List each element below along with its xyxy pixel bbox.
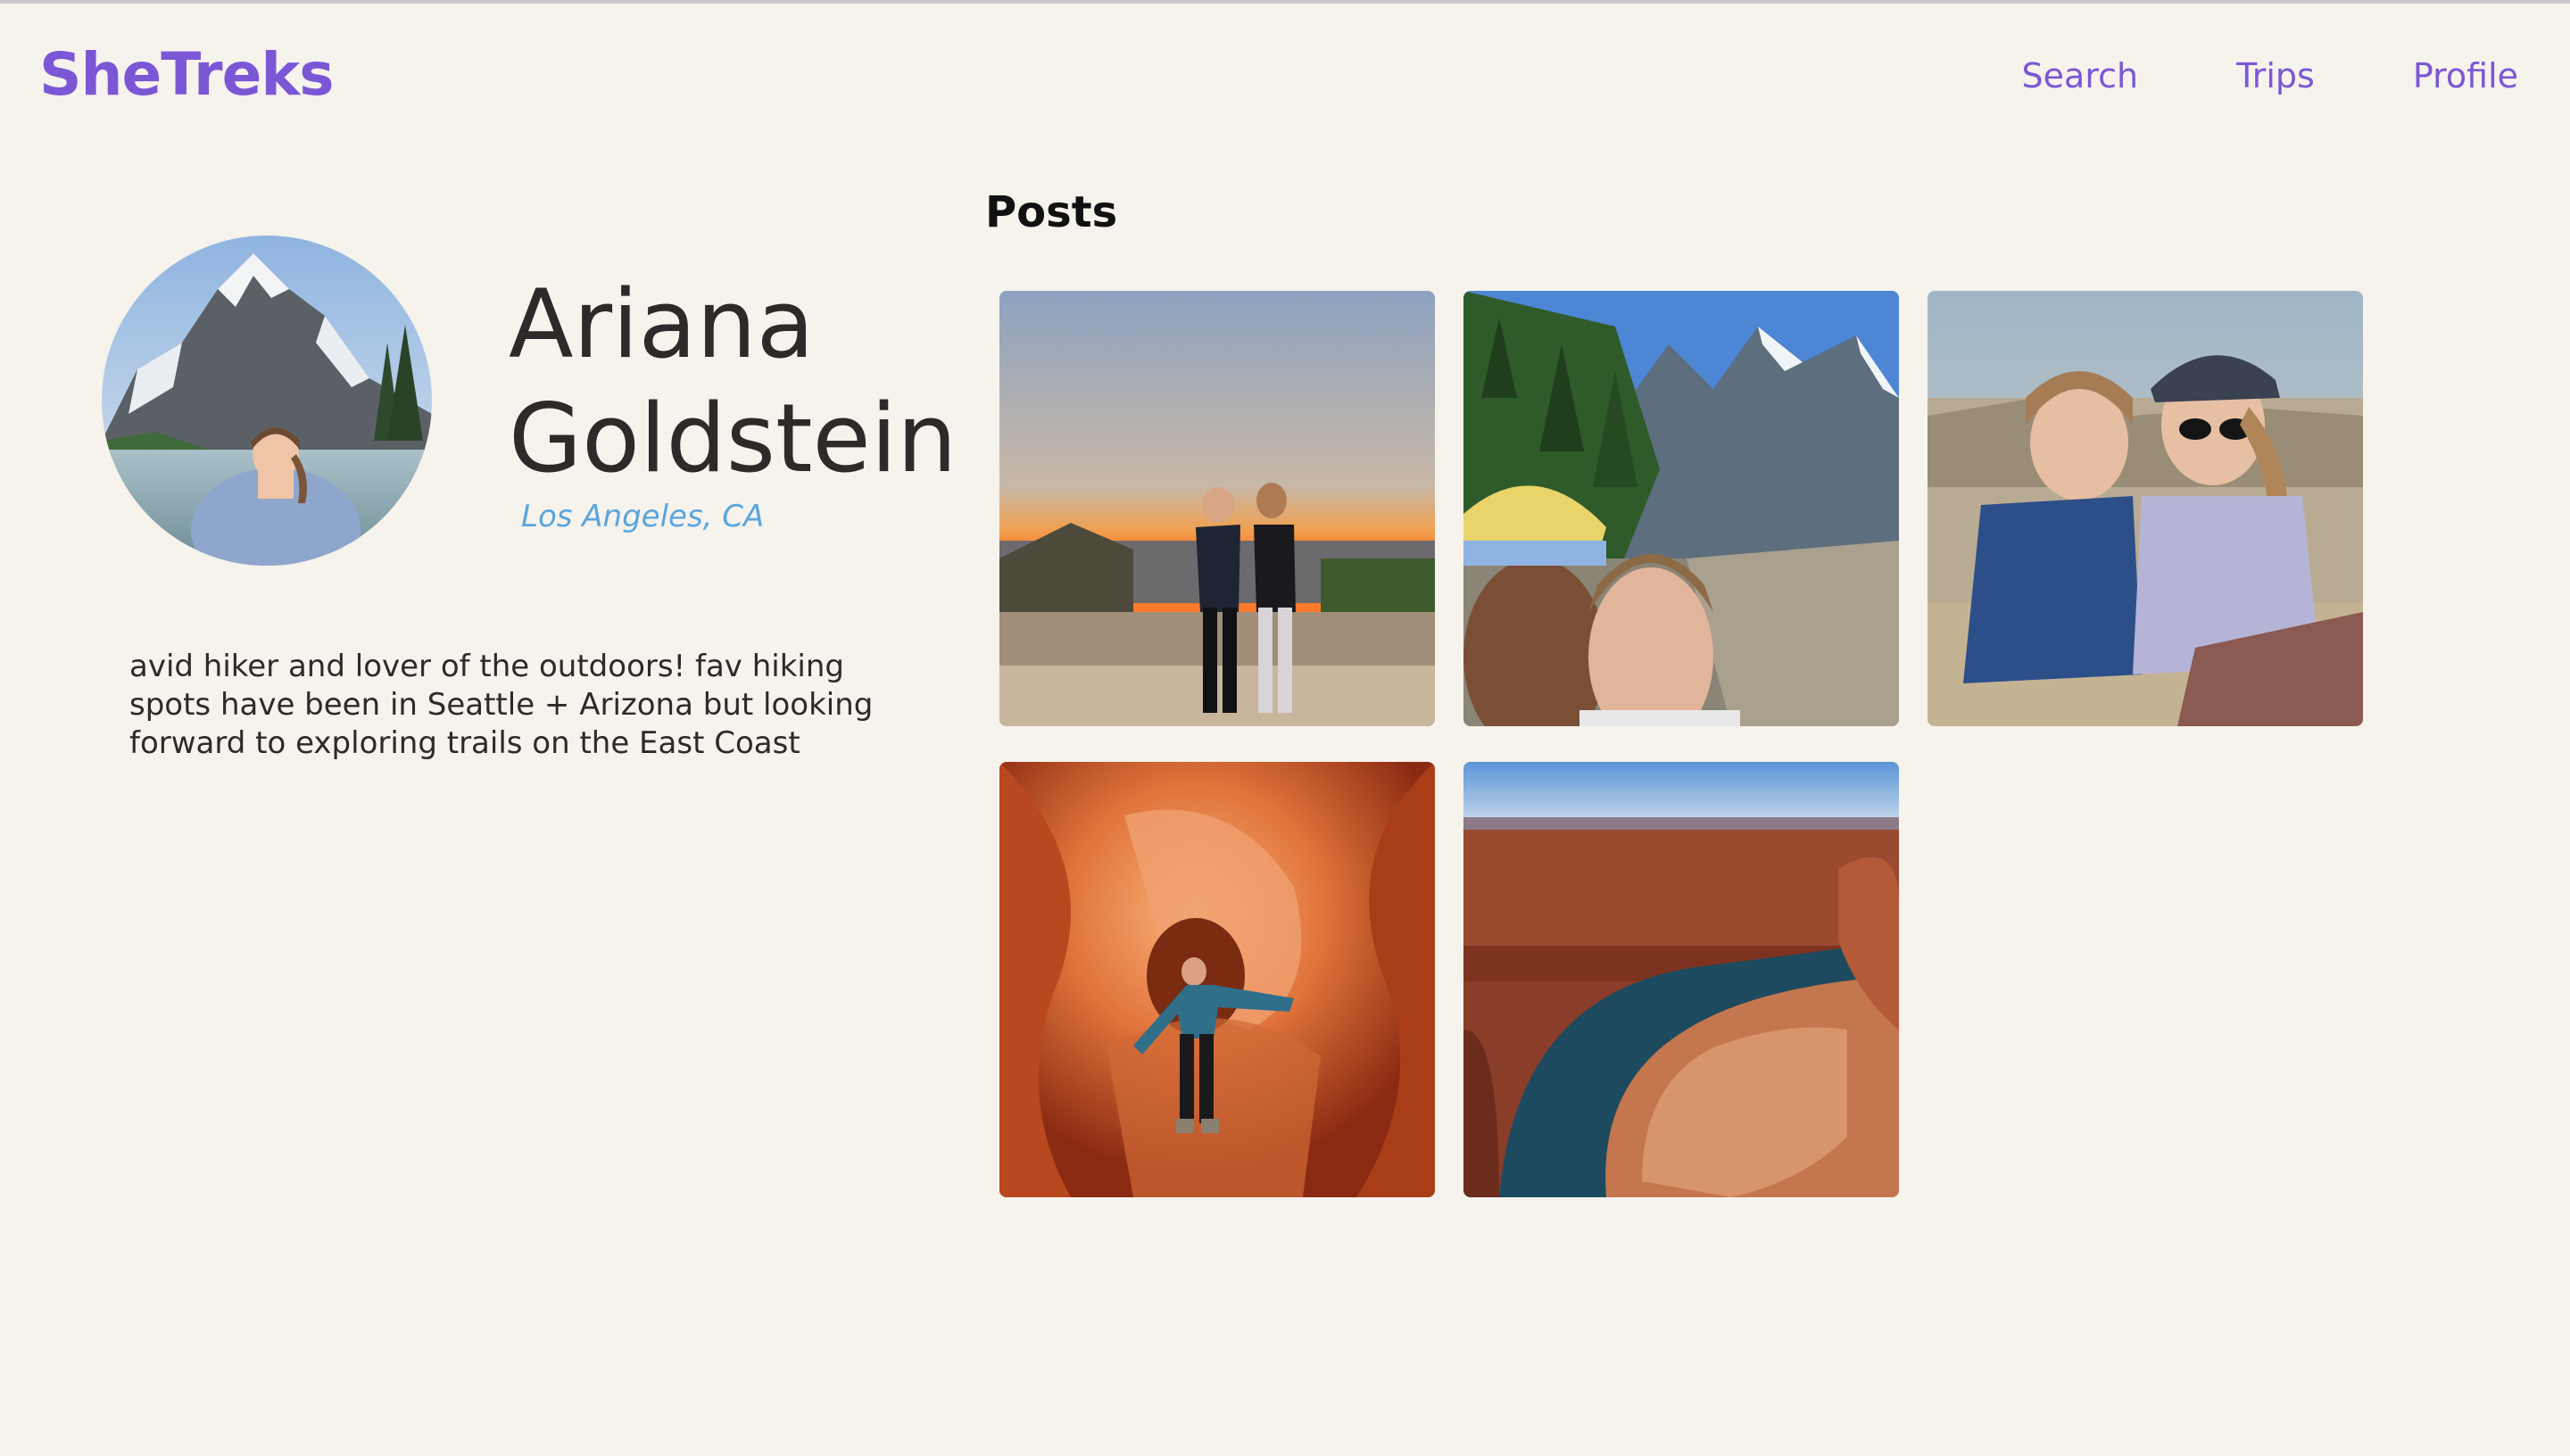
profile-bio: avid hiker and lover of the outdoors! fa… (129, 649, 874, 761)
post-thumbnail[interactable] (1463, 291, 1899, 726)
posts-grid (999, 291, 2363, 1197)
post-thumbnail[interactable] (1463, 762, 1899, 1197)
post-thumbnail[interactable] (999, 291, 1435, 726)
app-logo[interactable]: SheTreks (39, 39, 335, 111)
top-nav: Search Trips Profile (2022, 54, 2518, 98)
nav-trips-link[interactable]: Trips (2236, 54, 2315, 98)
nav-search-link[interactable]: Search (2022, 54, 2139, 98)
profile-location: Los Angeles, CA (521, 499, 765, 534)
profile-avatar (102, 236, 432, 566)
nav-profile-link[interactable]: Profile (2413, 54, 2518, 98)
profile-name: Ariana Goldstein (509, 269, 958, 493)
window-top-border (0, 0, 2570, 4)
post-thumbnail[interactable] (1928, 291, 2363, 726)
post-thumbnail[interactable] (999, 762, 1435, 1197)
posts-heading: Posts (985, 187, 1118, 237)
